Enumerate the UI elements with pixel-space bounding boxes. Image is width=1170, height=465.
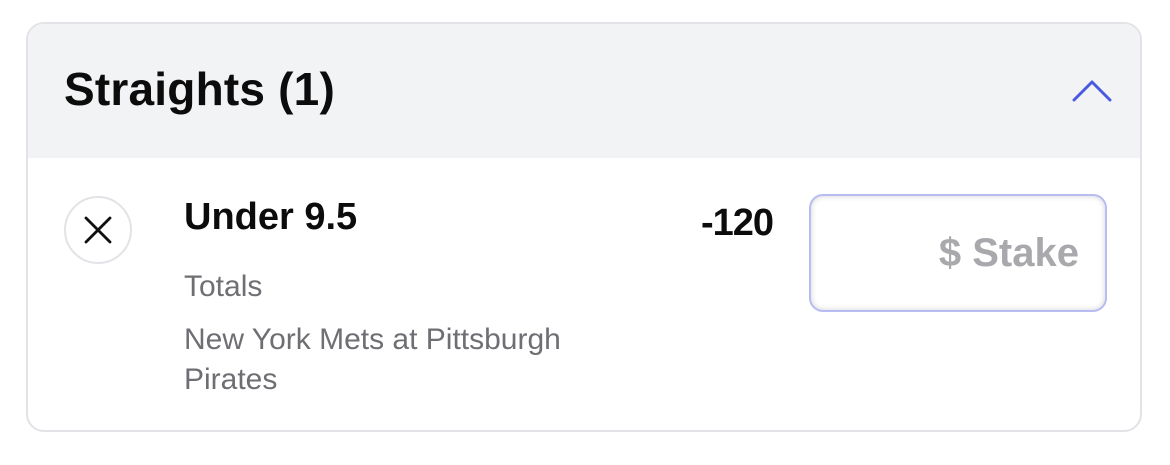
close-icon (84, 216, 112, 244)
bet-event: New York Mets at Pittsburgh Pirates (184, 323, 561, 396)
straights-card: Straights (1) Under 9.5 Totals New York … (26, 22, 1142, 432)
stake-input[interactable] (809, 194, 1107, 312)
bet-selection: Under 9.5 (184, 196, 358, 238)
bet-odds: -120 (700, 202, 774, 244)
remove-bet-button[interactable] (64, 196, 132, 264)
collapse-button[interactable] (1068, 68, 1116, 112)
chevron-up-icon (1072, 80, 1112, 102)
section-title: Straights (1) (64, 63, 335, 115)
straights-header[interactable]: Straights (1) (28, 24, 1140, 158)
bet-market: Totals (184, 270, 263, 303)
